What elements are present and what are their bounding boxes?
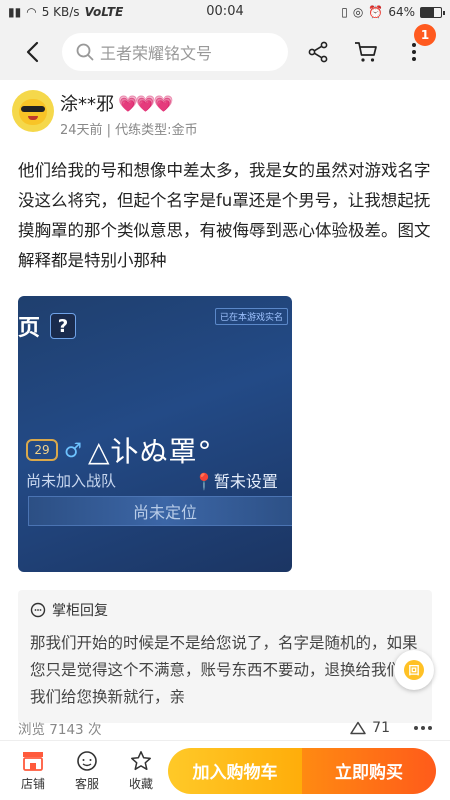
- like-count: 71: [372, 720, 390, 736]
- more-menu-button[interactable]: 1: [396, 24, 436, 70]
- tab-service[interactable]: 客服: [60, 750, 114, 792]
- more-options-icon[interactable]: [414, 726, 432, 730]
- like-button[interactable]: 71: [350, 720, 390, 736]
- wifi-icon: ◠: [26, 5, 37, 19]
- search-placeholder: 王者荣耀铭文号: [100, 44, 213, 63]
- battery-percent: 64%: [388, 5, 415, 19]
- add-to-cart-button[interactable]: 加入购物车: [168, 747, 302, 794]
- battery-fill: [421, 7, 434, 17]
- floating-return-button[interactable]: 回: [394, 650, 434, 690]
- buy-now-button[interactable]: 立即购买: [302, 747, 436, 794]
- share-icon: [308, 41, 328, 63]
- volte-label: VoLTE: [84, 5, 124, 19]
- sim-icon: ▮▮: [8, 5, 22, 19]
- review-image[interactable]: 页 ? 已在本游戏实名 29 ♂ △讣ぬ罩° 尚未加入战队 📍暂未设置 尚未定位: [18, 296, 292, 572]
- image-team: 尚未加入战队: [26, 472, 117, 490]
- search-box[interactable]: 王者荣耀铭文号: [62, 33, 288, 71]
- return-icon: 回: [404, 660, 424, 680]
- network-speed: 5 KB/s: [41, 5, 80, 19]
- cart-button[interactable]: [348, 34, 384, 70]
- male-icon: ♂: [64, 438, 82, 462]
- reviewer-name: 涂**邪: [60, 94, 114, 115]
- status-left: ▮▮ ◠ 5 KB/s VoLTE: [8, 5, 123, 19]
- cart-icon: [355, 42, 377, 62]
- search-icon: [76, 43, 94, 61]
- store-label: 店铺: [20, 776, 45, 791]
- status-right: ▯ ◎ ⏰ 64%: [341, 5, 445, 19]
- image-location: 📍暂未设置: [194, 468, 278, 492]
- image-player-name: △讣ぬ罩°: [87, 435, 213, 468]
- merchant-reply: 掌柜回复 那我们开始的时候是不是给您说了，名字是随机的，如果您只是觉得这个不满意…: [18, 590, 432, 723]
- share-button[interactable]: [300, 34, 336, 70]
- heart-badge-icon: 💗💗💗: [118, 93, 174, 113]
- view-count: 浏览 7143 次: [18, 722, 102, 738]
- battery-icon: [420, 6, 445, 18]
- review-meta: 24天前 | 代练类型:金币: [60, 123, 198, 138]
- avatar[interactable]: [12, 90, 54, 132]
- alarm-icon: ⏰: [368, 5, 384, 19]
- store-icon: [23, 751, 43, 771]
- reply-text: 那我们开始的时候是不是给您说了，名字是随机的，如果您只是觉得这个不满意，账号东西…: [30, 634, 418, 706]
- pin-icon: 📍: [194, 472, 214, 491]
- image-verified-tag: 已在本游戏实名: [214, 308, 288, 325]
- notification-badge: 1: [414, 24, 436, 46]
- image-header: 页 ?: [18, 310, 77, 342]
- bottom-bar: 店铺 客服 收藏 加入购物车 立即购买: [0, 740, 450, 800]
- purchase-buttons: 加入购物车 立即购买: [168, 747, 436, 794]
- location-icon: ◎: [352, 5, 364, 19]
- image-page-char: 页: [18, 316, 41, 341]
- back-arrow-icon: [26, 41, 39, 63]
- reply-header: 掌柜回复: [30, 600, 420, 620]
- chat-bubble-icon: [30, 602, 46, 618]
- tab-favorite[interactable]: 收藏: [114, 750, 168, 792]
- more-vertical-icon: [412, 43, 416, 61]
- review-stats: 浏览 7143 次 71: [18, 718, 432, 738]
- review-text: 他们给我的号和想像中差太多，我是女的虽然对游戏名字没这么将究，但起个名字是fu罩…: [18, 161, 431, 270]
- customer-service-icon: [77, 750, 97, 771]
- reviewer-info: 涂**邪 💗💗💗 24天前 | 代练类型:金币: [60, 90, 198, 139]
- service-label: 客服: [74, 776, 99, 791]
- like-triangle-icon: [350, 721, 366, 735]
- vibrate-icon: ▯: [341, 5, 348, 19]
- image-level-badge: 29: [26, 439, 58, 461]
- image-question-icon: ?: [50, 313, 77, 339]
- reply-title: 掌柜回复: [52, 603, 108, 619]
- image-rank-bar: 尚未定位: [28, 496, 292, 526]
- reviewer-name-line: 涂**邪 💗💗💗: [60, 90, 198, 116]
- status-bar: ▮▮ ◠ 5 KB/s VoLTE 00:04 ▯ ◎ ⏰ 64%: [0, 0, 450, 24]
- star-icon: [131, 750, 151, 770]
- top-nav: 王者荣耀铭文号 1: [0, 24, 450, 80]
- image-location-text: 暂未设置: [213, 472, 278, 491]
- favorite-label: 收藏: [128, 776, 153, 791]
- tab-store[interactable]: 店铺: [6, 750, 60, 792]
- reviewer-row: 涂**邪 💗💗💗 24天前 | 代练类型:金币: [0, 80, 450, 138]
- image-player-row: 29 ♂ △讣ぬ罩°: [26, 430, 212, 470]
- back-button[interactable]: [14, 34, 50, 70]
